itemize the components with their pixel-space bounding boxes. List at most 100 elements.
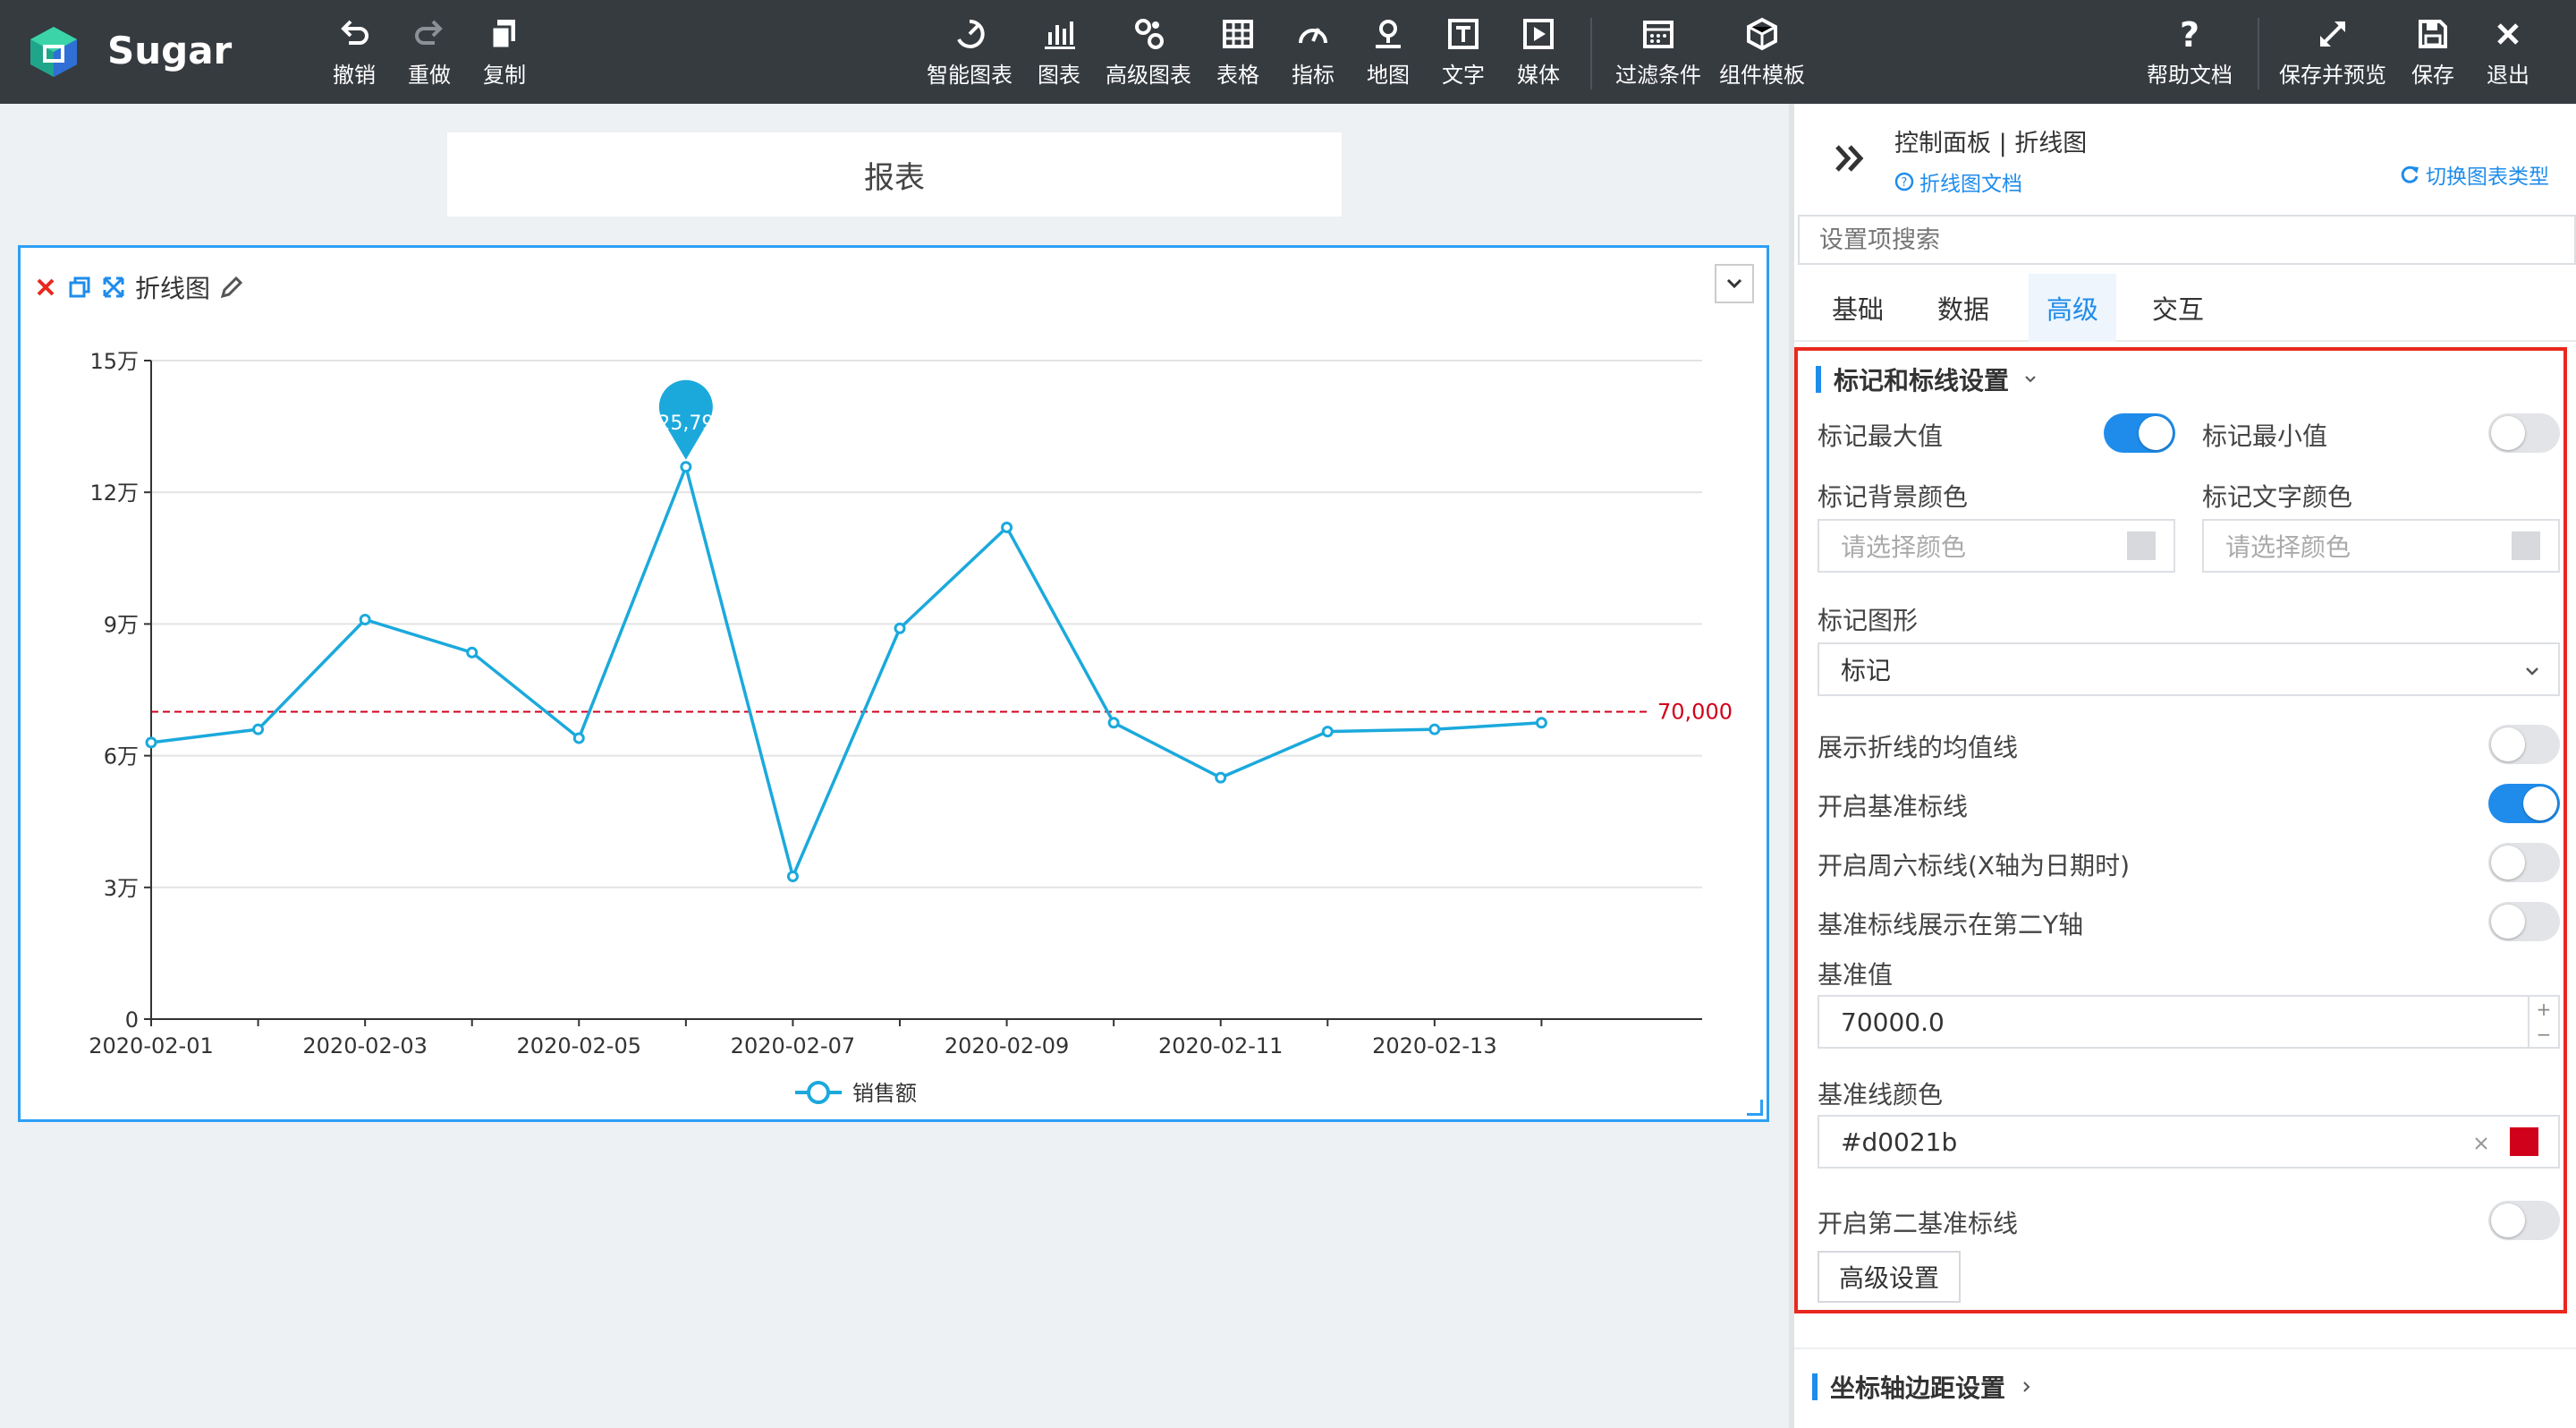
fullscreen-icon[interactable] <box>101 275 126 300</box>
table-icon <box>1223 20 1253 48</box>
switch-chart-type-link[interactable]: 切换图表类型 <box>2399 159 2549 190</box>
number-stepper[interactable]: + − <box>2528 997 2558 1047</box>
section-header[interactable]: 坐标轴边距设置 <box>1812 1369 2036 1405</box>
baseline-color-swatch[interactable] <box>2510 1127 2538 1156</box>
indicator-button[interactable]: 指标 <box>1292 16 1335 93</box>
advanced-chart-icon <box>1135 19 1164 49</box>
baseline-second-y-toggle[interactable] <box>2488 902 2560 941</box>
media-play-icon <box>1523 19 1554 49</box>
media-button[interactable]: 媒体 <box>1517 16 1560 93</box>
panel-header: 控制面板 | 折线图 ? 折线图文档 切换图表类型 <box>1794 104 2576 208</box>
indicator-label: 指标 <box>1292 63 1335 88</box>
chart-menu-dropdown[interactable] <box>1715 264 1754 303</box>
text-icon <box>1448 19 1479 49</box>
smart-chart-button[interactable]: 智能图表 <box>927 16 1013 93</box>
chart-button[interactable]: 图表 <box>1038 16 1080 93</box>
minus-icon[interactable]: − <box>2537 1024 2552 1045</box>
mark-line-settings-section: 标记和标线设置 标记最大值 标记最小值 标记背景颜色 标记文字颜色 请选择颜色 … <box>1794 347 2567 1313</box>
mark-max-toggle[interactable] <box>2104 413 2175 453</box>
toolbar-divider <box>1590 18 1592 89</box>
data-point <box>359 613 371 625</box>
x-tick-label: 2020-02-09 <box>945 1033 1069 1058</box>
axis-margin-section[interactable]: 坐标轴边距设置 <box>1794 1347 2576 1428</box>
chevron-down-icon <box>2025 376 2036 383</box>
enable-baseline-label: 开启基准标线 <box>1818 792 1969 821</box>
settings-search-input[interactable] <box>1798 215 2576 265</box>
color-swatch[interactable] <box>2127 531 2156 560</box>
enable-saturday-line-toggle[interactable] <box>2488 843 2560 882</box>
exit-button[interactable]: 退出 <box>2487 16 2529 93</box>
collapse-panel-icon[interactable] <box>1830 138 1871 179</box>
undo-button[interactable]: 撤销 <box>333 16 376 93</box>
undo-icon <box>341 20 369 45</box>
refresh-icon <box>2401 166 2419 183</box>
svg-text:?: ? <box>2180 16 2199 52</box>
x-tick-label: 2020-02-13 <box>1372 1033 1496 1058</box>
section-title: 坐标轴边距设置 <box>1830 1373 2006 1403</box>
x-tick-label: 2020-02-07 <box>731 1033 855 1058</box>
baseline-value-input[interactable]: 70000.0 + − <box>1818 995 2560 1049</box>
resize-handle[interactable] <box>1747 1100 1763 1116</box>
clear-icon[interactable] <box>2472 1135 2490 1152</box>
toolbar-divider <box>2258 18 2259 89</box>
text-label: 文字 <box>1442 63 1485 88</box>
duplicate-icon[interactable] <box>67 275 92 300</box>
y-tick-label: 9万 <box>104 612 139 637</box>
template-button[interactable]: 组件模板 <box>1719 16 1805 93</box>
delete-icon[interactable] <box>33 275 58 300</box>
tab-advanced[interactable]: 高级 <box>2029 274 2117 342</box>
y-tick-label: 0 <box>125 1007 139 1033</box>
chart-widget-title: 折线图 <box>135 274 211 303</box>
line-chart-widget[interactable]: 0 3万 6万 9万 12万 15万 2020-02-01 2020-02-03 2020-02… <box>18 245 1769 1122</box>
tab-basic[interactable]: 基础 <box>1814 274 1902 342</box>
report-title[interactable]: 报表 <box>447 132 1342 217</box>
panel-tabs: 基础 数据 高级 交互 <box>1794 274 2576 342</box>
top-toolbar: Sugar 撤销 重做 复制 智能图表 图表 高级图表 表格 指标 地图 文字 <box>0 0 2576 104</box>
undo-label: 撤销 <box>333 63 376 88</box>
data-point <box>1428 723 1441 735</box>
filter-button[interactable]: 过滤条件 <box>1615 16 1701 93</box>
enable-second-baseline-label: 开启第二基准标线 <box>1818 1209 2019 1238</box>
help-icon: ? <box>2180 16 2199 52</box>
enable-second-baseline-toggle[interactable] <box>2488 1201 2560 1240</box>
advanced-chart-button[interactable]: 高级图表 <box>1106 16 1191 93</box>
enable-baseline-toggle[interactable] <box>2488 784 2560 823</box>
mark-shape-select[interactable]: 标记 <box>1818 642 2560 696</box>
legend-marker <box>807 1081 830 1104</box>
y-tick-label: 15万 <box>89 349 139 374</box>
color-swatch[interactable] <box>2512 531 2540 560</box>
mark-bg-color-input[interactable]: 请选择颜色 <box>1818 519 2175 573</box>
mark-text-color-input[interactable]: 请选择颜色 <box>2202 519 2560 573</box>
data-point <box>466 646 479 659</box>
map-label: 地图 <box>1367 63 1410 88</box>
edit-pencil-icon[interactable] <box>219 275 244 300</box>
mark-bg-color-placeholder: 请选择颜色 <box>1841 532 1967 562</box>
redo-button[interactable]: 重做 <box>408 16 451 93</box>
y-tick-label: 3万 <box>104 876 139 901</box>
chart-widget-header: 折线图 <box>33 269 244 305</box>
help-button[interactable]: ? 帮助文档 <box>2147 16 2233 93</box>
section-header[interactable]: 标记和标线设置 <box>1816 361 2039 397</box>
tab-data[interactable]: 数据 <box>1919 274 2007 342</box>
toggle-knob <box>2491 1203 2525 1237</box>
text-button[interactable]: 文字 <box>1442 16 1485 93</box>
data-point <box>1001 521 1013 533</box>
chart-doc-link[interactable]: ? 折线图文档 <box>1894 166 2022 197</box>
show-avg-line-toggle[interactable] <box>2488 725 2560 764</box>
baseline-second-y-label: 基准标线展示在第二Y轴 <box>1818 910 2084 939</box>
mark-min-toggle[interactable] <box>2488 413 2560 453</box>
table-button[interactable]: 表格 <box>1216 16 1259 93</box>
baseline-color-input[interactable]: #d0021b <box>1818 1115 2560 1169</box>
svg-text:?: ? <box>1902 176 1908 190</box>
save-button[interactable]: 保存 <box>2411 16 2454 93</box>
smart-chart-icon <box>957 19 985 48</box>
bar-chart-icon <box>1045 21 1075 49</box>
smart-chart-label: 智能图表 <box>927 63 1013 88</box>
close-icon <box>2497 23 2519 45</box>
map-button[interactable]: 地图 <box>1367 16 1410 93</box>
save-preview-button[interactable]: 保存并预览 <box>2279 16 2386 93</box>
copy-button[interactable]: 复制 <box>483 16 526 93</box>
tab-interaction[interactable]: 交互 <box>2134 274 2222 342</box>
plus-icon[interactable]: + <box>2537 999 2552 1020</box>
advanced-settings-button[interactable]: 高级设置 <box>1818 1251 1962 1303</box>
